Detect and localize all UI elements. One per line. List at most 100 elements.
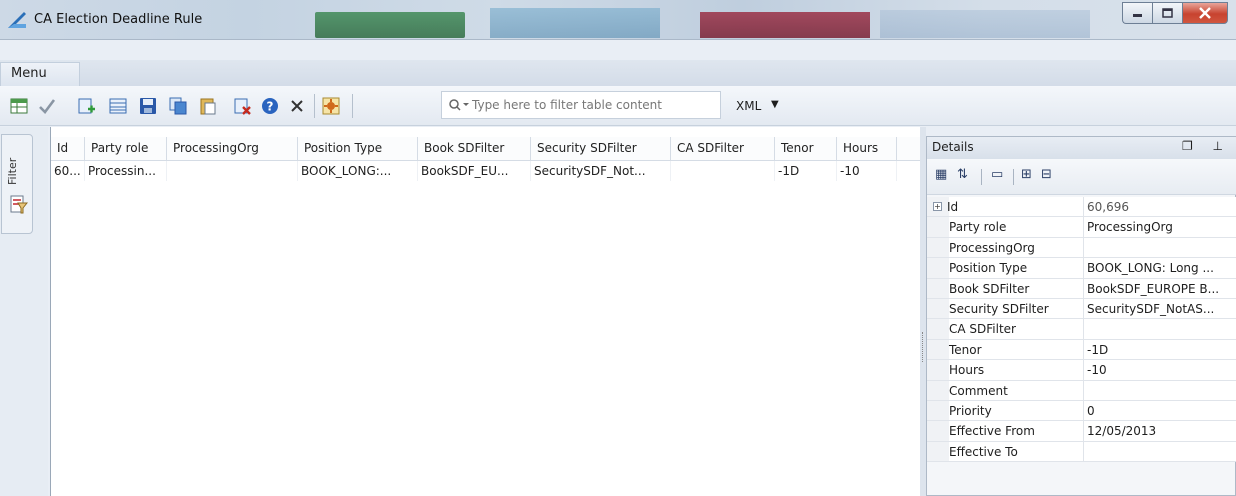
window-title: CA Election Deadline Rule <box>34 12 203 27</box>
property-row[interactable]: CA SDFilter <box>927 319 1236 340</box>
property-row[interactable]: Effective From 12/05/2013 <box>927 421 1236 442</box>
categorized-icon[interactable]: ▦ <box>935 167 947 182</box>
accept-button[interactable] <box>34 93 60 119</box>
filter-input[interactable]: Type here to filter table content <box>441 91 721 119</box>
table-cell[interactable]: Processin... <box>85 161 167 181</box>
property-value[interactable]: 0 <box>1083 400 1236 421</box>
format-dropdown[interactable]: XML <box>736 99 761 113</box>
property-row[interactable]: Party role ProcessingOrg <box>927 217 1236 238</box>
grid-icon <box>10 98 28 114</box>
column-header[interactable]: Security SDFilter <box>531 137 671 161</box>
property-value[interactable]: SecuritySDF_NotAS... <box>1083 298 1236 319</box>
property-row[interactable]: Hours -10 <box>927 360 1236 381</box>
close-icon <box>291 100 303 112</box>
property-name: Effective To <box>949 444 1018 459</box>
table-header: Id Party role ProcessingOrg Position Typ… <box>51 137 921 161</box>
filter-tab[interactable]: Filter <box>1 134 33 234</box>
column-header[interactable]: Book SDFilter <box>418 137 531 161</box>
rules-table: Id Party role ProcessingOrg Position Typ… <box>50 127 921 496</box>
table-icon <box>109 98 127 114</box>
toolbar-separator <box>981 169 982 185</box>
delete-row-button[interactable] <box>229 93 255 119</box>
property-value[interactable]: 60,696 <box>1083 197 1236 217</box>
row-gutter <box>927 421 949 441</box>
expand-all-icon[interactable]: ⊞ <box>1021 167 1032 182</box>
property-pages-icon[interactable]: ▭ <box>991 167 1003 182</box>
save-button[interactable] <box>135 93 161 119</box>
property-value[interactable]: BookSDF_EUROPE B... <box>1083 278 1236 298</box>
row-gutter <box>927 278 949 298</box>
table-cell[interactable]: BOOK_LONG:... <box>298 161 418 181</box>
property-row[interactable]: Priority 0 <box>927 400 1236 422</box>
help-button[interactable]: ? <box>257 93 283 119</box>
column-header[interactable]: CA SDFilter <box>671 137 775 161</box>
row-gutter <box>927 360 949 380</box>
menu-button[interactable]: Menu <box>0 62 80 86</box>
sort-alpha-icon[interactable]: ⇅ <box>957 167 968 182</box>
property-row[interactable]: Book SDFilter BookSDF_EUROPE B... <box>927 278 1236 299</box>
toolbar-separator <box>314 94 315 118</box>
row-gutter <box>927 217 949 237</box>
settings-button[interactable] <box>318 93 344 119</box>
add-row-button[interactable] <box>73 93 99 119</box>
grid-button[interactable] <box>6 93 32 119</box>
search-icon <box>449 99 469 111</box>
table-cell[interactable] <box>671 161 775 181</box>
table-cell[interactable]: -1D <box>775 161 837 181</box>
copy-button[interactable] <box>165 93 191 119</box>
check-icon <box>39 99 56 114</box>
collapse-all-icon[interactable]: ⊟ <box>1041 167 1052 182</box>
paste-icon <box>200 98 216 115</box>
table-cell[interactable]: BookSDF_EU... <box>418 161 531 181</box>
save-icon <box>140 98 156 114</box>
filter-tab-label: Filter <box>6 157 19 185</box>
property-value[interactable]: 12/05/2013 <box>1083 421 1236 441</box>
column-header[interactable]: Hours <box>837 137 897 161</box>
property-row[interactable]: Security SDFilter SecuritySDF_NotAS... <box>927 298 1236 320</box>
splitter-grip[interactable] <box>922 332 924 362</box>
column-header[interactable]: Id <box>51 137 85 161</box>
property-row[interactable]: Position Type BOOK_LONG: Long ... <box>927 258 1236 279</box>
table-button[interactable] <box>105 93 131 119</box>
paste-button[interactable] <box>195 93 221 119</box>
property-row[interactable]: Tenor -1D <box>927 339 1236 361</box>
table-cell[interactable]: SecuritySDF_Not... <box>531 161 671 181</box>
row-gutter <box>927 339 949 360</box>
settings-icon <box>322 97 340 115</box>
property-value[interactable] <box>1083 319 1236 339</box>
details-toolbar: ▦ ⇅ ▭ ⊞ ⊟ <box>927 159 1236 195</box>
property-name: Party role <box>949 220 1007 235</box>
property-value[interactable]: -1D <box>1083 339 1236 360</box>
title-bar: CA Election Deadline Rule <box>0 0 1236 40</box>
maximize-icon <box>1161 7 1173 18</box>
expand-icon[interactable]: + <box>933 202 942 211</box>
table-cell[interactable]: 60... <box>51 161 85 181</box>
clear-button[interactable] <box>284 93 310 119</box>
property-value[interactable]: ProcessingOrg <box>1083 217 1236 237</box>
column-header[interactable]: ProcessingOrg <box>167 137 298 161</box>
property-row[interactable]: ProcessingOrg <box>927 237 1236 259</box>
property-value[interactable] <box>1083 380 1236 400</box>
column-header[interactable]: Party role <box>85 137 167 161</box>
column-header[interactable]: Tenor <box>775 137 837 161</box>
maximize-button[interactable] <box>1152 2 1182 24</box>
close-button[interactable] <box>1182 2 1228 24</box>
property-name: Id <box>947 200 959 214</box>
background-blur <box>315 12 465 38</box>
row-gutter <box>927 400 949 421</box>
table-cell[interactable] <box>167 161 298 181</box>
table-row[interactable]: 60... Processin... BOOK_LONG:... BookSDF… <box>51 161 921 181</box>
property-value[interactable] <box>1083 441 1236 462</box>
minimize-button[interactable] <box>1122 2 1152 24</box>
property-value[interactable]: BOOK_LONG: Long ... <box>1083 258 1236 278</box>
column-header[interactable]: Position Type <box>298 137 418 161</box>
row-gutter: + <box>927 197 949 217</box>
property-row[interactable]: + Id 60,696 <box>927 197 1236 218</box>
property-row[interactable]: Effective To <box>927 441 1236 463</box>
table-cell[interactable]: -10 <box>837 161 897 181</box>
property-row[interactable]: Comment <box>927 380 1236 401</box>
chevron-down-icon[interactable]: ▼ <box>771 99 779 110</box>
pin-icon[interactable]: ❐ ⊥ <box>1182 139 1231 153</box>
property-value[interactable] <box>1083 237 1236 258</box>
property-value[interactable]: -10 <box>1083 360 1236 380</box>
